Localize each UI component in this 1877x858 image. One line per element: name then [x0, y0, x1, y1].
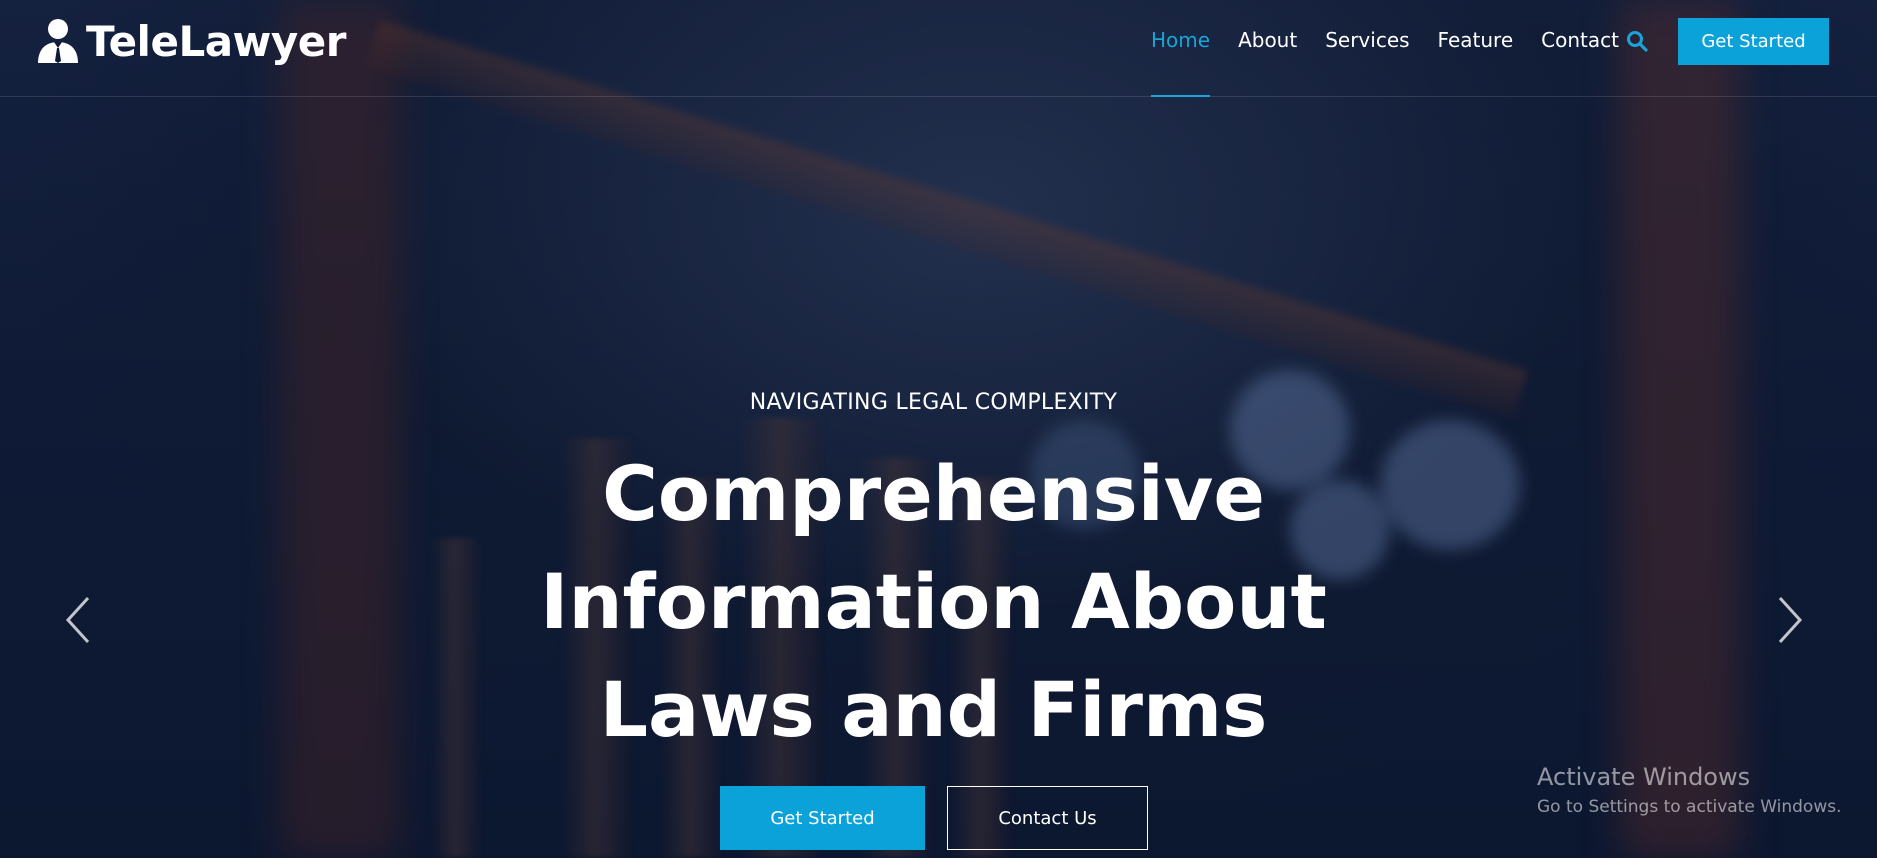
watermark-subtitle: Go to Settings to activate Windows. [1537, 797, 1842, 817]
contact-us-button[interactable]: Contact Us [947, 786, 1148, 850]
brand-logo[interactable]: TeleLawyer [36, 14, 346, 68]
nav-item-home[interactable]: Home [1151, 0, 1211, 97]
lawyer-person-icon [38, 19, 78, 63]
chevron-right-icon[interactable] [1768, 592, 1808, 648]
book-decoration [430, 538, 480, 858]
nav-menu: Home About Services Feature Contact [1151, 0, 1647, 97]
side-glow [280, 0, 400, 858]
hero-title: Comprehensive Information About Laws and… [500, 440, 1367, 764]
hero-title-line: Comprehensive [602, 449, 1265, 538]
hero-title-line: Information About [540, 557, 1327, 646]
bokeh-light [1380, 420, 1520, 550]
hero-title-line: Laws and Firms [599, 665, 1268, 754]
search-icon[interactable] [1626, 30, 1648, 52]
get-started-button[interactable]: Get Started [720, 786, 925, 850]
navbar: TeleLawyer Home About Services Feature C… [0, 0, 1877, 97]
nav-item-feature[interactable]: Feature [1438, 0, 1514, 96]
activate-windows-watermark: Activate Windows Go to Settings to activ… [1537, 760, 1842, 820]
nav-item-contact[interactable]: Contact [1541, 0, 1619, 96]
chevron-left-icon[interactable] [60, 592, 100, 648]
hero-eyebrow: NAVIGATING LEGAL COMPLEXITY [749, 390, 1118, 415]
nav-item-services[interactable]: Services [1325, 0, 1409, 96]
watermark-title: Activate Windows [1537, 763, 1751, 791]
get-started-nav-button[interactable]: Get Started [1678, 18, 1829, 65]
nav-item-about[interactable]: About [1238, 0, 1297, 96]
side-glow [1620, 0, 1740, 858]
brand-name: TeleLawyer [86, 16, 346, 66]
